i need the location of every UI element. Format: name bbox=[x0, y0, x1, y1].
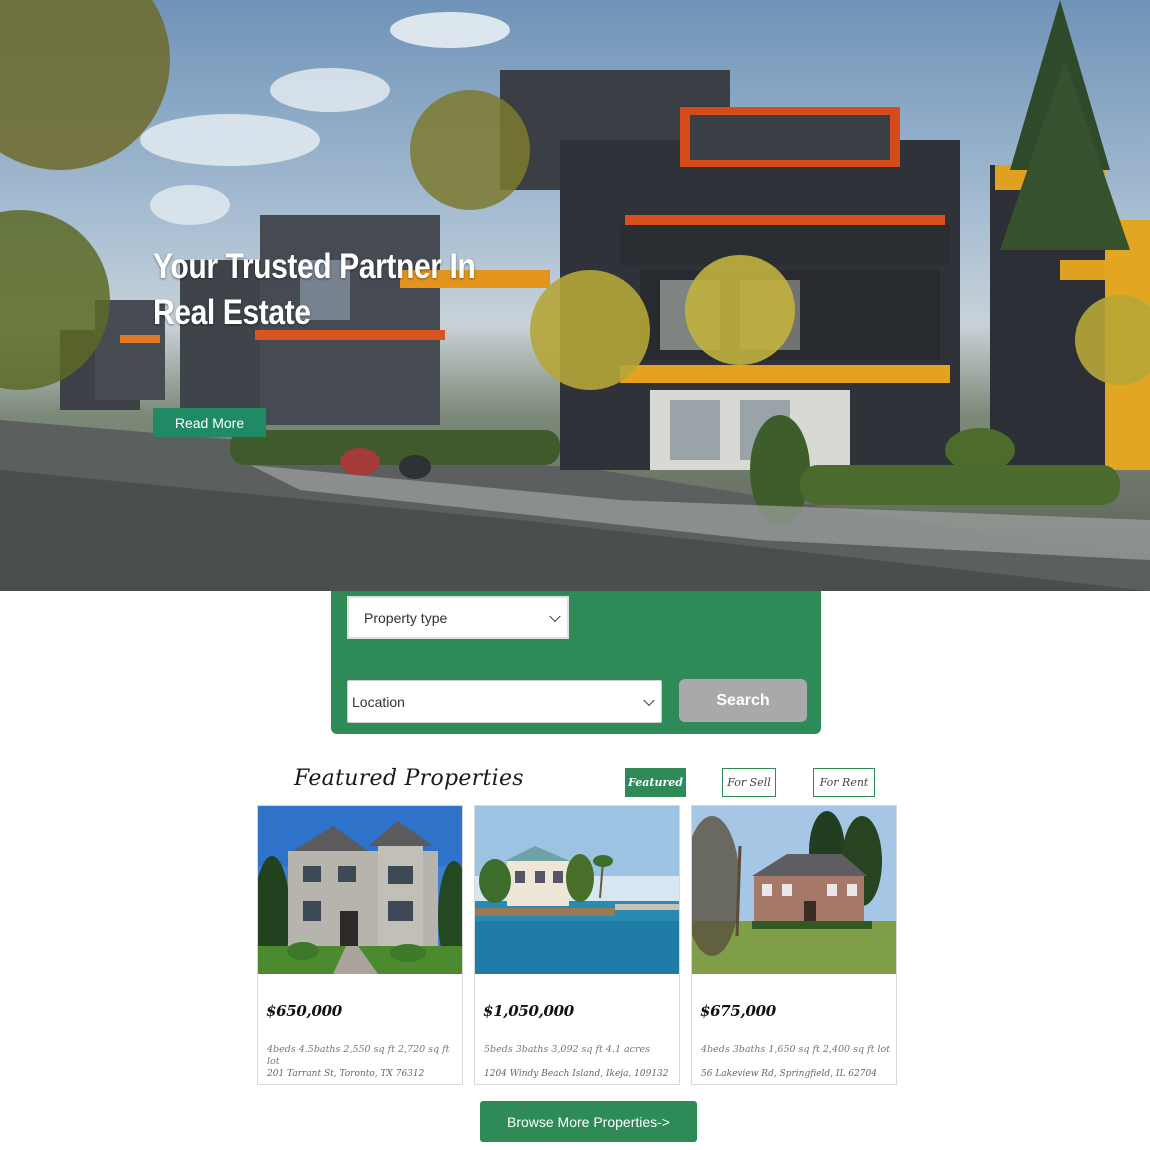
property-photo bbox=[475, 806, 679, 974]
property-photo bbox=[692, 806, 896, 974]
hero-title: Your Trusted Partner In Real Estate bbox=[153, 247, 476, 332]
property-price: $1,050,000 bbox=[483, 1002, 574, 1020]
property-address: 201 Tarrant St, Toronto, TX 76312 bbox=[267, 1069, 425, 1079]
tab-for-rent[interactable]: For Rent bbox=[813, 768, 875, 797]
property-details: 4beds 3baths 1,650 sq ft 2,400 sq ft lot bbox=[701, 1044, 891, 1055]
browse-more-properties-button[interactable]: Browse More Properties-> bbox=[480, 1101, 697, 1142]
property-card[interactable]: $675,000 4beds 3baths 1,650 sq ft 2,400 … bbox=[691, 805, 897, 1085]
property-card[interactable]: $650,000 4beds 4.5baths 2,550 sq ft 2,72… bbox=[257, 805, 463, 1085]
chevron-down-icon bbox=[549, 610, 561, 622]
property-details: 5beds 3baths 3,092 sq ft 4.1 acres bbox=[484, 1044, 651, 1055]
property-price: $650,000 bbox=[266, 1002, 342, 1020]
hero-banner: Your Trusted Partner In Real Estate Read… bbox=[0, 0, 1150, 591]
property-address: 1204 Windy Beach Island, Ikeja, 109132 bbox=[484, 1069, 669, 1079]
search-panel: Property type Location Search bbox=[331, 591, 821, 734]
property-address: 56 Lakeview Rd, Springfield, IL 62704 bbox=[701, 1069, 877, 1079]
property-type-select[interactable]: Property type bbox=[347, 596, 569, 639]
read-more-button[interactable]: Read More bbox=[153, 408, 266, 437]
featured-properties-heading: Featured Properties bbox=[294, 766, 524, 791]
location-value: Location bbox=[352, 693, 405, 710]
property-price: $675,000 bbox=[700, 1002, 776, 1020]
tab-for-sell[interactable]: For Sell bbox=[722, 768, 776, 797]
property-photo bbox=[258, 806, 462, 974]
property-type-value: Property type bbox=[364, 609, 448, 626]
tab-featured[interactable]: Featured bbox=[625, 768, 686, 797]
search-button[interactable]: Search bbox=[679, 679, 807, 722]
property-details: 4beds 4.5baths 2,550 sq ft 2,720 sq ft l… bbox=[267, 1044, 450, 1067]
property-card[interactable]: $1,050,000 5beds 3baths 3,092 sq ft 4.1 … bbox=[474, 805, 680, 1085]
location-select[interactable]: Location bbox=[347, 680, 662, 723]
chevron-down-icon bbox=[643, 694, 655, 706]
